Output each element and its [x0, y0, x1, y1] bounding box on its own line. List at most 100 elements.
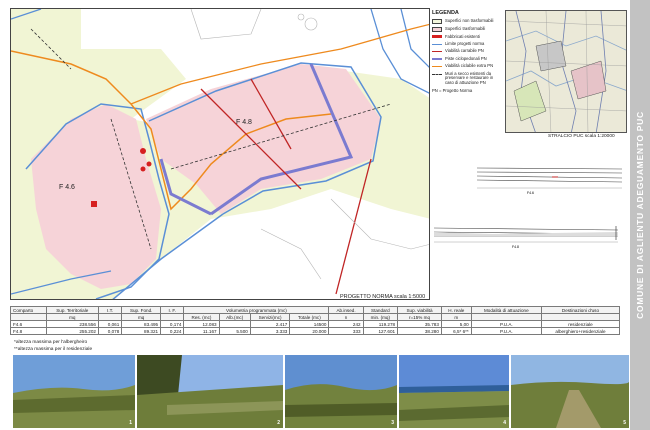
site-photo-4: 4 [399, 355, 509, 428]
section-profile-top: F4.6 [432, 160, 628, 200]
table-cell: F4.8 [10, 327, 47, 335]
legend-item: Viabilità carrabile PN [432, 49, 502, 54]
table-subheader-cell [540, 313, 621, 321]
legend-label: Superfici trasformabili [445, 25, 486, 31]
footnote: **altezza massima per il residenziale [14, 346, 93, 352]
photo-image [511, 355, 629, 428]
table-cell: F4.6 [10, 320, 47, 328]
table-header-cell: Volumetria programmata (mc) [183, 306, 330, 314]
table-header-cell: Sup. viabilità [397, 306, 442, 314]
map-caption: PROGETTO NORMA scala 1:5000 [340, 294, 426, 300]
inset-map [505, 10, 627, 133]
table-cell: 127.601 [362, 327, 399, 335]
legend-item: Superfici non trasformabili [432, 18, 502, 25]
legend-label: Viabilità ciclabile extra PN [445, 63, 494, 69]
table-cell: 5,00 [440, 320, 472, 328]
table-cell: 0,224 [160, 327, 185, 335]
table-subheader-cell: Res. (mc) [183, 313, 220, 321]
table-cell: 14500 [289, 320, 330, 328]
photo-number: 1 [129, 420, 132, 426]
table-cell: 83.495 [121, 320, 162, 328]
table-row: F4.6 238.556 0,061 83.495 0,174 12.083 2… [10, 320, 621, 328]
legend-swatch [432, 19, 442, 25]
table-cell: 0,078 [97, 327, 123, 335]
legend-label: Superfici non trasformabili [445, 18, 494, 24]
section-label: F4.8 [512, 245, 519, 249]
photo-image [285, 355, 397, 428]
table-subheader-cell [160, 313, 185, 321]
table-header-cell: Sup. Fond. [121, 306, 162, 314]
table-subheader-cell: mq [45, 313, 99, 321]
table-cell: alberghiero+residenziale [540, 327, 621, 335]
legend-swatch [432, 51, 442, 53]
legend-label: Fabbricati esistenti [445, 33, 480, 39]
zone-label-f48: F 4.8 [236, 119, 252, 126]
footnotes: *altezza massima per l'albergheiro **alt… [14, 340, 92, 353]
legend-swatch [432, 66, 442, 68]
table-subheader-cell: Totale (mc) [289, 313, 330, 321]
legend: LEGENDA Superfici non trasformabili Supe… [432, 10, 502, 132]
table-row: F4.8 255.202 0,078 89.321 0,224 11.167 5… [10, 327, 621, 335]
photo-strip: 1 2 3 4 5 [13, 355, 629, 428]
section-drawing-bottom: F4.8 [433, 226, 619, 249]
table-header-cell: Sup. Territoriale [45, 306, 99, 314]
table-subheader-cell: Servizi(mc) [249, 313, 291, 321]
legend-label: PN = Progetto Norma [432, 87, 473, 93]
table-cell: 3.333 [249, 327, 291, 335]
legend-label: Muri a secco esistenti da preservare e r… [445, 70, 494, 86]
site-photo-1: 1 [13, 355, 135, 428]
existing-building [91, 201, 97, 207]
table-cell: 0,061 [97, 320, 123, 328]
legend-label: Viabilità carrabile PN [445, 48, 484, 54]
legend-title: LEGENDA [432, 10, 459, 16]
table-cell [218, 320, 251, 328]
footnote: *altezza massima per l'albergheiro [14, 340, 88, 345]
legend-swatch [432, 35, 442, 39]
table-cell: P.U.A. [470, 327, 542, 335]
table-cell: 38.280 [397, 327, 442, 335]
map-drawing: F 4.6 F 4.8 [11, 9, 429, 299]
legend-swatch [432, 26, 442, 32]
photo-image [137, 355, 283, 428]
table-cell: 238.556 [45, 320, 99, 328]
table-cell: 11.167 [183, 327, 220, 335]
legend-label: Piste ciclopedonali PN [445, 55, 487, 61]
site-photo-5: 5 [511, 355, 629, 428]
table-cell: 20.000 [289, 327, 330, 335]
table-header-row: Comparto Sup. Territoriale I.T. Sup. Fon… [10, 306, 621, 314]
table-subheader-row: mq mq Res. (mc) Alb.(mc) Servizi(mc) Tot… [10, 313, 621, 321]
side-title: COMUNE DI AGLIENTU ADEGUAMENTO PUC [635, 111, 645, 319]
photo-image [399, 355, 509, 428]
table-subheader-cell [470, 313, 542, 321]
legend-swatch [432, 43, 442, 45]
table-header-cell: Comparto [10, 306, 47, 314]
legend-item: Muri a secco esistenti da preservare e r… [432, 70, 502, 86]
legend-item: Superfici trasformabili [432, 25, 502, 32]
table-cell: 6,5* 6** [440, 327, 472, 335]
inset-drawing [506, 11, 626, 132]
table-subheader-cell: min. (mq) [362, 313, 399, 321]
table-header-cell: Destinazioni d'uso [540, 306, 621, 314]
legend-item: Piste ciclopedonali PN [432, 55, 502, 62]
inset-caption: STRALCIO PUC scala 1:20000 [548, 134, 615, 139]
site-photo-2: 2 [137, 355, 283, 428]
table-subheader-cell: mq [121, 313, 162, 321]
legend-item: Viabilità ciclabile extra PN [432, 63, 502, 69]
table-header-cell: I. F. [160, 306, 185, 314]
table-header-cell: H. reale [440, 306, 472, 314]
legend-swatch [432, 73, 442, 75]
table-cell: 2.417 [249, 320, 291, 328]
table-cell: 255.202 [45, 327, 99, 335]
photo-number: 4 [503, 420, 506, 426]
table-cell: 0,174 [160, 320, 185, 328]
table-cell: 12.083 [183, 320, 220, 328]
table-cell: residenziale [540, 320, 621, 328]
photo-number: 3 [391, 420, 394, 426]
section-profile-bottom: F4.8 [432, 222, 628, 252]
photo-image [13, 355, 135, 428]
table-subheader-cell: n [328, 313, 364, 321]
project-map: F 4.6 F 4.8 [10, 8, 430, 300]
table-subheader-cell: m [440, 313, 472, 321]
table-cell: 119.278 [362, 320, 399, 328]
table-cell: 35.783 [397, 320, 442, 328]
